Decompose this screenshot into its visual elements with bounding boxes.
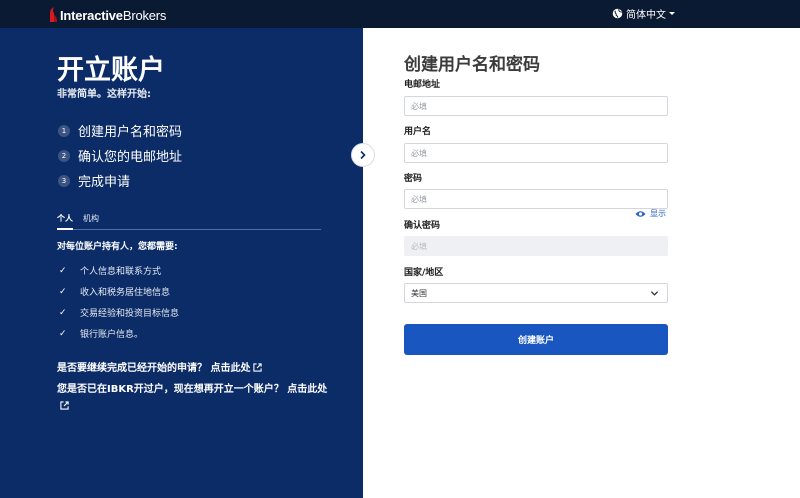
requirement-label: 个人信息和联系方式: [80, 267, 162, 277]
language-label: 简体中文: [626, 10, 666, 21]
step-item: 2 确认您的电邮地址: [58, 143, 182, 168]
step-number: 2: [58, 149, 70, 162]
check-icon: ✓: [59, 265, 67, 276]
logo-text-rest: Brokers: [122, 7, 167, 23]
tab-individual[interactable]: 个人: [57, 212, 73, 230]
next-arrow-button[interactable]: [351, 143, 375, 167]
steps-list: 1 创建用户名和密码 2 确认您的电邮地址 3 完成申请: [58, 118, 182, 193]
external-link-icon: [253, 363, 263, 372]
confirm-password-field[interactable]: 必填: [404, 236, 668, 256]
language-selector[interactable]: 简体中文: [612, 6, 675, 21]
step-label: 完成申请: [78, 175, 131, 190]
form-title: 创建用户名和密码: [404, 55, 540, 75]
requirement-item: ✓ 银行账户信息。: [59, 323, 179, 344]
show-password-toggle[interactable]: 显示: [635, 208, 666, 219]
account-type-tabs: 个人 机构: [57, 212, 321, 230]
step-item: 3 完成申请: [58, 168, 182, 193]
step-item: 1 创建用户名和密码: [58, 118, 182, 143]
page-subtitle: 非常简单。这样开始:: [57, 89, 151, 100]
confirm-password-label: 确认密码: [404, 221, 441, 231]
requirement-item: ✓ 个人信息和联系方式: [59, 260, 179, 281]
requirement-item: ✓ 收入和税务居住地信息: [59, 281, 179, 302]
existing-account-link[interactable]: 您是否已在IBKR开过户，现在想再开立一个账户？ 点击此处: [57, 381, 332, 415]
top-bar: InteractiveBrokers 简体中文: [0, 0, 800, 28]
username-field[interactable]: 必填: [404, 143, 668, 163]
tab-institution[interactable]: 机构: [83, 212, 99, 230]
chevron-right-icon: [360, 150, 366, 160]
page-title: 开立账户: [57, 55, 165, 86]
requirement-label: 交易经验和投资目标信息: [80, 309, 180, 319]
check-icon: ✓: [59, 328, 67, 339]
requirements-list: ✓ 个人信息和联系方式 ✓ 收入和税务居住地信息 ✓ 交易经验和投资目标信息 ✓ 银行账…: [59, 260, 179, 344]
globe-icon: [612, 8, 623, 19]
interactive-brokers-logo[interactable]: InteractiveBrokers: [47, 6, 166, 24]
step-number: 3: [58, 174, 70, 187]
password-label: 密码: [404, 174, 423, 184]
eye-icon: [635, 210, 646, 217]
caret-down-icon: [669, 12, 675, 15]
step-number: 1: [58, 124, 70, 137]
step-label: 创建用户名和密码: [78, 125, 183, 140]
username-label: 用户名: [404, 127, 432, 137]
country-value: 美国: [411, 288, 427, 298]
requirements-title: 对每位账户持有人，您都需要:: [57, 242, 178, 252]
requirement-item: ✓ 交易经验和投资目标信息: [59, 302, 179, 323]
external-link-icon: [60, 401, 69, 410]
requirement-label: 收入和税务居住地信息: [80, 288, 171, 298]
logo-text-bold: Interactive: [60, 7, 123, 23]
country-select[interactable]: 美国: [404, 283, 668, 303]
chevron-down-icon: [650, 291, 659, 296]
password-field[interactable]: 必填: [404, 189, 668, 209]
step-label: 确认您的电邮地址: [78, 150, 183, 165]
continue-application-link[interactable]: 是否要继续完成已经开始的申请？ 点击此处: [57, 360, 332, 377]
left-info-panel: 开立账户 非常简单。这样开始: 1 创建用户名和密码 2 确认您的电邮地址 3 …: [0, 28, 363, 498]
email-field[interactable]: 必填: [404, 96, 668, 116]
check-icon: ✓: [59, 286, 67, 297]
logo-flame-icon: [50, 7, 57, 22]
help-links: 是否要继续完成已经开始的申请？ 点击此处 您是否已在IBKR开过户，现在想再开立…: [57, 360, 332, 419]
check-icon: ✓: [59, 307, 67, 318]
email-label: 电邮地址: [404, 80, 441, 90]
country-label: 国家/地区: [404, 268, 444, 278]
show-label: 显示: [650, 209, 666, 218]
create-account-button[interactable]: 创建账户: [404, 324, 668, 355]
requirement-label: 银行账户信息。: [80, 330, 144, 340]
